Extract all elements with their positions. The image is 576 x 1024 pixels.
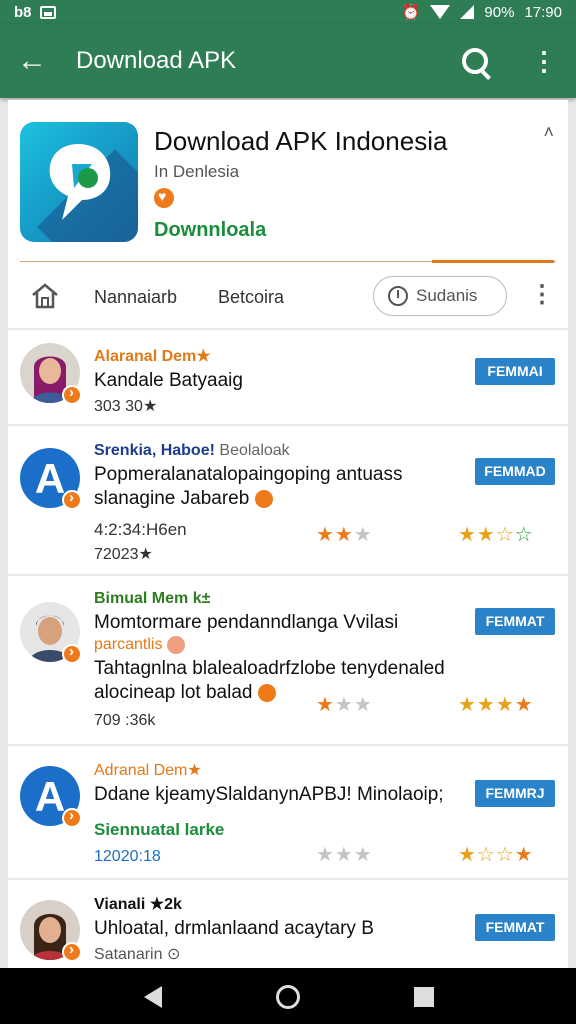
rating-stars: ★★★★ <box>458 694 534 716</box>
rating-stars: ★★★ <box>316 694 373 716</box>
battery-text: 90% <box>484 3 515 21</box>
tag-icon <box>257 683 276 702</box>
review-line: Tahtagnlna blalealoadrfzlobe tenydenaled <box>94 658 445 679</box>
sort-label: Sudanis <box>416 286 478 305</box>
install-button[interactable]: FEMMAD <box>475 458 555 485</box>
app-title: Download APK Indonesia <box>154 126 448 156</box>
circle-home-icon[interactable] <box>276 985 300 1009</box>
rating-stars: ★★★ <box>316 524 373 546</box>
status-time: 17:90 <box>524 3 562 21</box>
review-meta: 303 30★ <box>94 398 158 415</box>
avatar <box>20 343 82 405</box>
app-bar: ← Download APK ⋮ <box>0 24 576 98</box>
heart-badge-icon <box>154 188 174 208</box>
tag-icon <box>254 489 273 508</box>
review-meta: Satanarin ⊙ <box>94 946 181 963</box>
app-header-card: Download APK Indonesia ˄ In Denlesia Dow… <box>8 100 568 328</box>
home-icon[interactable] <box>30 282 60 310</box>
more-vert-icon[interactable]: ⋮ <box>530 280 554 309</box>
triangle-back-icon[interactable] <box>144 986 162 1008</box>
verified-badge-icon <box>62 941 82 962</box>
sort-button[interactable]: Sudanis <box>373 276 507 316</box>
reviewer-name: Vianali ★2k <box>94 896 182 913</box>
verified-badge-icon <box>62 489 82 510</box>
reviewer-name: Adranal Dem★ <box>94 762 202 779</box>
reviewer-name: Bimual Mem k± <box>94 590 211 607</box>
more-vert-icon[interactable]: ⋮ <box>524 46 564 77</box>
app-bar-title: Download APK <box>76 47 237 74</box>
list-item[interactable]: A Srenkia, Haboe! Beolaloak Popmeralanat… <box>8 426 568 574</box>
list-item[interactable]: Alaranal Dem★ Kandale Batyaaig 303 30★ F… <box>8 330 568 424</box>
app-logo-icon <box>20 122 138 242</box>
wifi-icon <box>430 5 451 19</box>
avatar: A <box>20 766 82 828</box>
list-item[interactable]: Vianali ★2k Uhloatal, drmlanlaand acayta… <box>8 880 568 968</box>
rating-stars: ★☆☆★ <box>458 844 534 866</box>
tab-indicator <box>432 260 554 263</box>
review-meta: 4:2:34:H6en <box>94 520 187 539</box>
review-subtitle: Siennuatal larke <box>94 820 225 839</box>
list-item[interactable]: Bimual Mem k± Momtormare pendanndlanga V… <box>8 576 568 744</box>
avatar: A <box>20 448 82 510</box>
review-line: slanagine Jabareb <box>94 488 273 510</box>
chevron-up-icon[interactable]: ˄ <box>543 122 554 143</box>
review-line: alocineap lot balad <box>94 682 276 704</box>
system-nav-bar <box>0 968 576 1024</box>
square-recent-icon[interactable] <box>414 987 434 1007</box>
alarm-icon: ⏰ <box>401 4 421 21</box>
review-meta: 709 :36k <box>94 712 156 729</box>
review-line: parcantlis <box>94 636 185 654</box>
download-link[interactable]: Downnloala <box>154 219 266 242</box>
review-meta: 72023★ <box>94 546 153 563</box>
tab-betcoira[interactable]: Betcoira <box>218 287 284 308</box>
status-left-text: b8 <box>14 3 32 21</box>
install-button[interactable]: FEMMRJ <box>475 780 555 807</box>
reviewer-name: Srenkia, Haboe! Beolaloak <box>94 442 290 459</box>
verified-badge-icon <box>62 384 82 405</box>
search-icon[interactable] <box>462 48 488 74</box>
status-bar: b8 ⏰ 90% 17:90 <box>0 0 576 24</box>
verified-badge-icon <box>62 643 82 664</box>
avatar <box>20 602 82 664</box>
install-button[interactable]: FEMMAT <box>475 608 555 635</box>
back-arrow-icon[interactable]: ← <box>0 24 64 98</box>
image-notification-icon <box>39 5 56 19</box>
rating-stars: ★★★ <box>316 844 373 866</box>
app-subtitle: In Denlesia <box>154 162 240 181</box>
review-line: Momtormare pendanndlanga Vvilasi <box>94 612 399 633</box>
install-button[interactable]: FEMMAI <box>475 358 555 385</box>
review-line: Ddane kjeamySlaldanynAPBJ! Minolaoip; <box>94 784 444 805</box>
tab-nannaiarb[interactable]: Nannaiarb <box>94 287 177 308</box>
list-item[interactable]: A Adranal Dem★ Ddane kjeamySlaldanynAPBJ… <box>8 746 568 878</box>
signal-icon <box>460 5 475 19</box>
install-button[interactable]: FEMMAT <box>475 914 555 941</box>
review-line: Popmeralanatalopaingoping antuass <box>94 464 403 485</box>
verified-badge-icon <box>62 807 82 828</box>
review-line: Uhloatal, drmlanlaand acaytary B <box>94 918 374 939</box>
tab-row: Nannaiarb Betcoira Sudanis ⋮ <box>8 270 568 324</box>
clock-icon <box>388 286 408 306</box>
avatar <box>20 900 82 962</box>
review-meta: 12020:18 <box>94 848 161 865</box>
tag-icon <box>166 636 185 654</box>
reviewer-name: Alaranal Dem★ <box>94 348 211 365</box>
review-line: Kandale Batyaaig <box>94 370 243 391</box>
rating-stars: ★★☆☆ <box>458 524 534 546</box>
